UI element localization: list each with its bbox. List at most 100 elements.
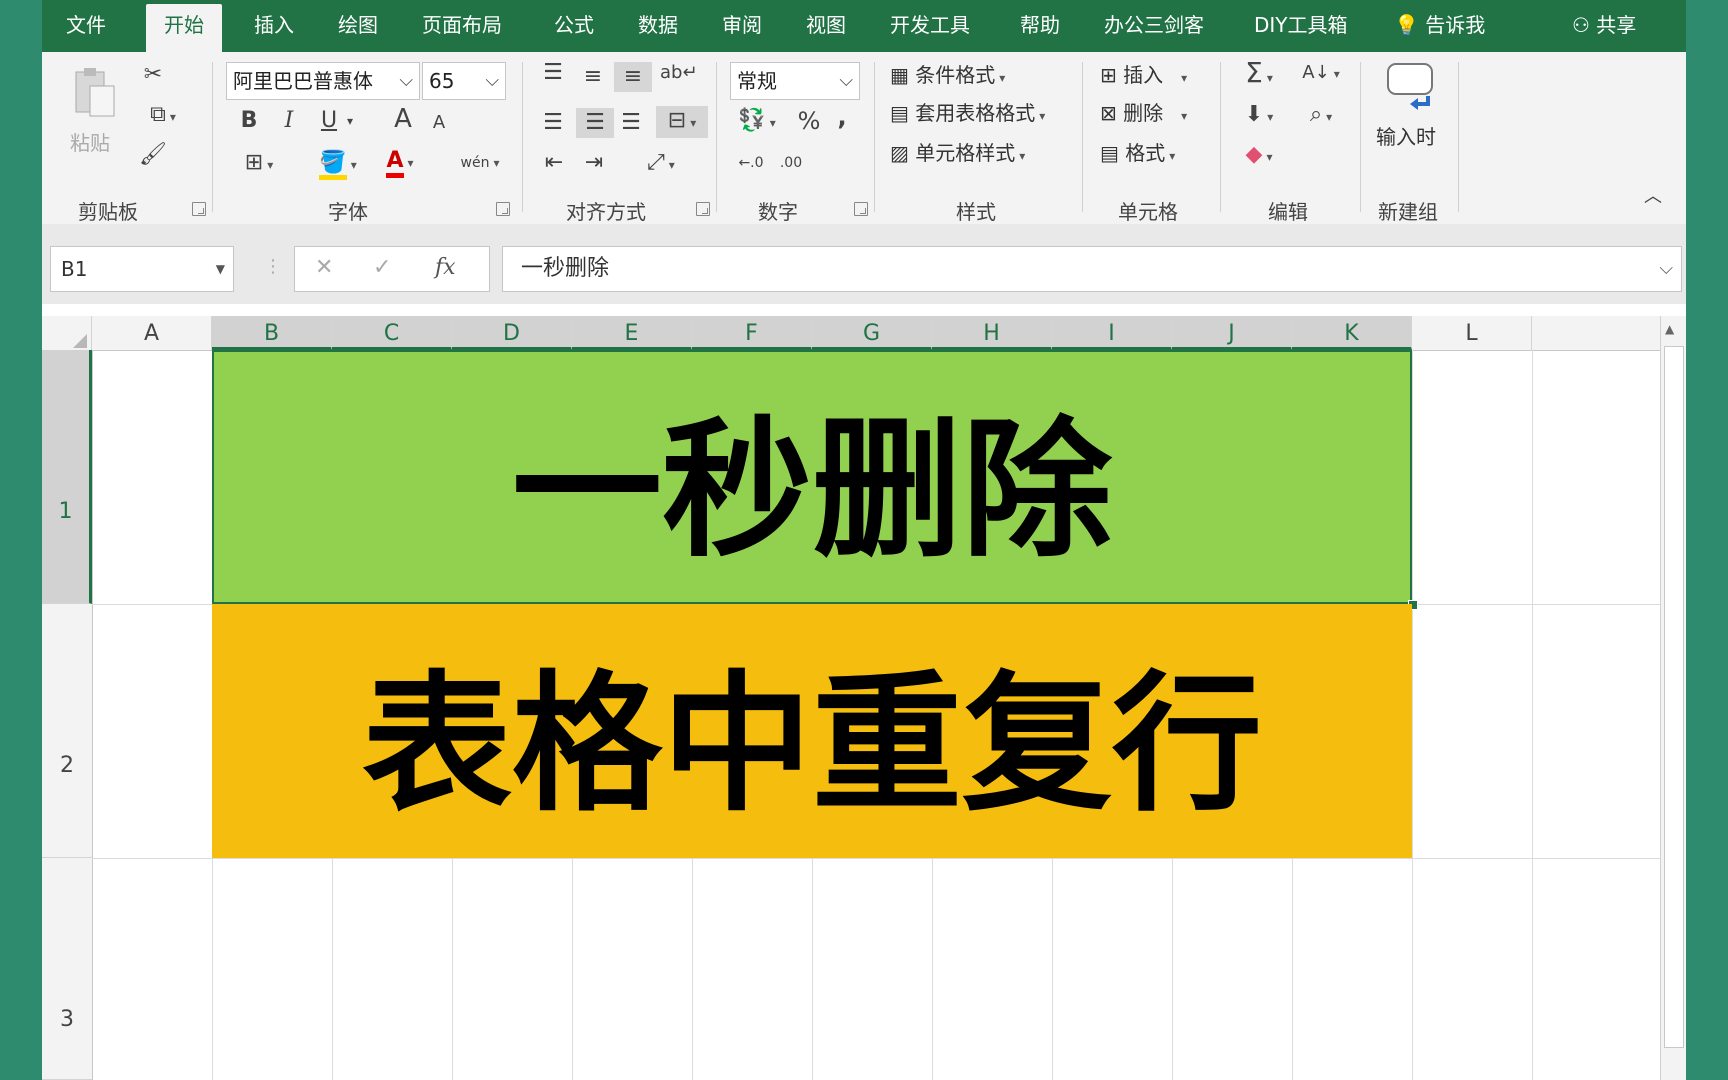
tab-diy-toolbox[interactable]: DIY工具箱 (1254, 0, 1348, 52)
column-header-b[interactable]: B (212, 316, 332, 350)
align-top-icon[interactable]: ☰ (536, 58, 570, 88)
cell-b1-merged[interactable]: 一秒删除 (212, 350, 1412, 604)
underline-button[interactable]: U (314, 106, 344, 136)
name-box[interactable]: B1 ▼ (50, 246, 234, 292)
column-header-f[interactable]: F (692, 316, 812, 350)
column-header-c[interactable]: C (332, 316, 452, 350)
font-size-select[interactable]: 65 ⌵ (422, 62, 506, 100)
tab-file[interactable]: 文件 (66, 0, 106, 52)
format-painter-icon[interactable]: 🖌 (136, 140, 170, 170)
tab-data[interactable]: 数据 (638, 0, 678, 52)
bold-button[interactable]: B (234, 106, 264, 136)
divider (212, 62, 213, 212)
tell-me[interactable]: 💡 告诉我 (1394, 0, 1485, 52)
number-launcher-icon[interactable] (854, 202, 868, 216)
percent-button[interactable]: % (794, 106, 824, 136)
find-icon[interactable]: ⌕ ▾ (1296, 100, 1346, 132)
tab-help[interactable]: 帮助 (1020, 0, 1060, 52)
column-header-d[interactable]: D (452, 316, 572, 350)
increase-font-button[interactable]: A (388, 104, 418, 134)
tab-review[interactable]: 审阅 (722, 0, 762, 52)
alignment-launcher-icon[interactable] (696, 202, 710, 216)
autosum-icon[interactable]: Σ ▾ (1234, 58, 1284, 93)
column-header-j[interactable]: J (1172, 316, 1292, 350)
comma-button[interactable]: , (830, 102, 854, 132)
cut-icon[interactable]: ✂ (136, 60, 170, 90)
chevron-down-icon[interactable]: ⌵ (1659, 247, 1673, 291)
fill-color-icon[interactable]: 🪣 ▾ (308, 148, 368, 180)
clipboard-launcher-icon[interactable] (192, 202, 206, 216)
align-left-icon[interactable]: ☰ (536, 108, 570, 138)
tab-developer[interactable]: 开发工具 (890, 0, 970, 52)
delete-cells-icon: ⊠ (1100, 101, 1117, 125)
share-button[interactable]: ⚇ 共享 (1572, 0, 1636, 52)
row-header-3[interactable]: 3 (42, 858, 92, 1080)
decrease-decimal-button[interactable]: .00 (772, 148, 810, 178)
column-header-i[interactable]: I (1052, 316, 1172, 350)
decrease-font-button[interactable]: A (426, 108, 452, 138)
column-header-a[interactable]: A (92, 316, 212, 350)
align-right-icon[interactable]: ☰ (614, 108, 648, 138)
merge-center-icon[interactable]: ⊟ ▾ (656, 106, 708, 138)
font-name-select[interactable]: 阿里巴巴普惠体 ⌵ (226, 62, 420, 100)
column-header-l[interactable]: L (1412, 316, 1532, 350)
vertical-scrollbar[interactable]: ▲ (1660, 316, 1686, 1080)
increase-indent-icon[interactable]: ⇥ (576, 148, 612, 178)
fill-icon[interactable]: ⬇ ▾ (1234, 100, 1284, 132)
align-middle-icon[interactable]: ≡ (576, 62, 610, 92)
font-launcher-icon[interactable] (496, 202, 510, 216)
phonetic-button[interactable]: wén ▾ (452, 148, 508, 178)
copy-icon[interactable]: ⧉ ▾ (136, 100, 190, 132)
input-button[interactable]: 输入时 (1376, 60, 1446, 170)
currency-icon[interactable]: 💱 ▾ (732, 106, 782, 138)
clear-icon[interactable]: ◆ ▾ (1234, 140, 1284, 172)
column-header-k[interactable]: K (1292, 316, 1412, 350)
insert-cells-icon: ⊞ (1100, 63, 1117, 87)
decrease-indent-icon[interactable]: ⇤ (536, 148, 572, 178)
orientation-icon[interactable]: ⤢ ▾ (636, 148, 686, 180)
divider (716, 62, 717, 212)
format-cells-button[interactable]: ▤ 格式 ▾ (1100, 138, 1175, 171)
confirm-icon[interactable]: ✓ (373, 255, 391, 280)
select-all-corner[interactable] (42, 316, 92, 350)
borders-icon[interactable]: ⊞ ▾ (232, 148, 286, 180)
column-header-h[interactable]: H (932, 316, 1052, 350)
conditional-format-button[interactable]: ▦ 条件格式 ▾ (890, 60, 1005, 93)
formula-input[interactable]: 一秒删除 ⌵ (502, 246, 1682, 292)
tab-insert[interactable]: 插入 (254, 0, 294, 52)
tab-draw[interactable]: 绘图 (338, 0, 378, 52)
tab-view[interactable]: 视图 (806, 0, 846, 52)
tab-home[interactable]: 开始 (146, 4, 222, 52)
cancel-icon[interactable]: ✕ (315, 255, 333, 280)
align-center-icon[interactable]: ☰ (576, 108, 614, 138)
wrap-text-icon[interactable]: ab↵ (660, 58, 698, 88)
cell-b2-merged[interactable]: 表格中重复行 (212, 604, 1412, 858)
cell-styles-button[interactable]: ▨ 单元格样式 ▾ (890, 138, 1025, 171)
tab-office-tools[interactable]: 办公三剑客 (1104, 0, 1204, 52)
increase-decimal-button[interactable]: ←.0 (732, 148, 770, 178)
column-header-e[interactable]: E (572, 316, 692, 350)
scrollbar-thumb[interactable] (1664, 346, 1684, 1048)
sort-filter-icon[interactable]: A↓ ▾ (1296, 58, 1346, 89)
paste-button[interactable]: 粘贴 (66, 62, 122, 172)
insert-cells-button[interactable]: ⊞ 插入 ▾ (1100, 60, 1187, 93)
delete-cells-button[interactable]: ⊠ 删除 ▾ (1100, 98, 1187, 131)
cell-styles-label: 单元格样式 (915, 141, 1016, 165)
chevron-down-icon[interactable]: ▾ (342, 106, 358, 136)
number-format-select[interactable]: 常规 ⌵ (730, 62, 860, 100)
collapse-ribbon-icon[interactable]: ︿ (1638, 182, 1668, 212)
cell-grid[interactable]: 一秒删除 表格中重复行 (92, 350, 1686, 1080)
column-header-g[interactable]: G (812, 316, 932, 350)
align-bottom-icon[interactable]: ≡ (614, 62, 652, 92)
divider (1220, 62, 1221, 212)
tab-formulas[interactable]: 公式 (554, 0, 594, 52)
group-styles-label: 样式 (956, 200, 996, 224)
insert-function-button[interactable]: fx (435, 255, 456, 280)
row-header-2[interactable]: 2 (42, 604, 92, 858)
scroll-up-icon[interactable]: ▲ (1665, 322, 1674, 336)
row-header-1[interactable]: 1 (42, 350, 92, 604)
tab-page-layout[interactable]: 页面布局 (422, 0, 502, 52)
italic-button[interactable]: I (274, 106, 304, 136)
table-format-button[interactable]: ▤ 套用表格格式 ▾ (890, 98, 1045, 131)
font-color-button[interactable]: A ▾ (370, 146, 430, 178)
